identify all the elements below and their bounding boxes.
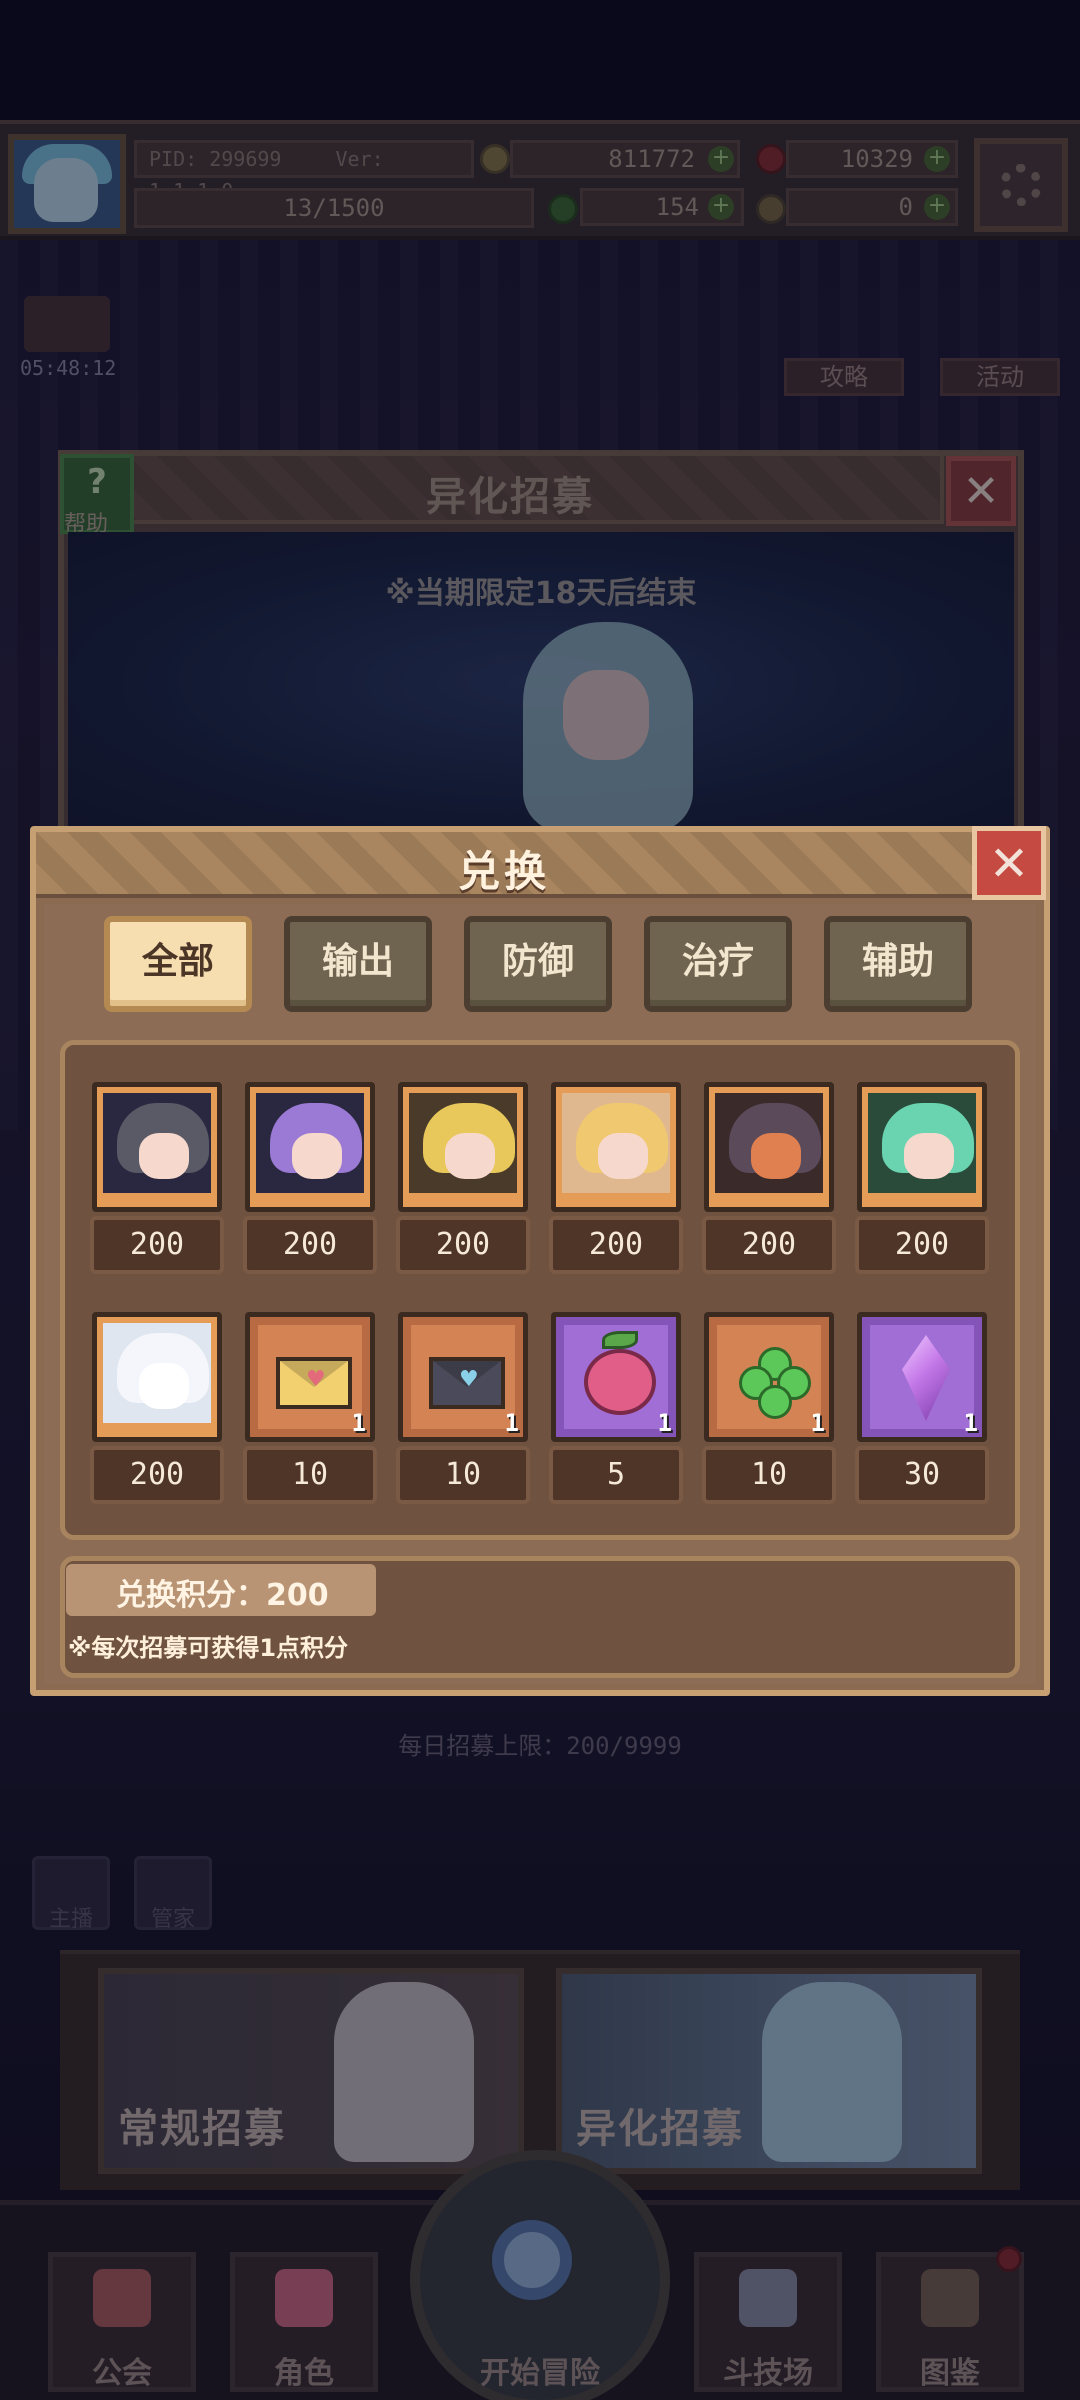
item-price: 200 (90, 1216, 224, 1274)
exchange-item[interactable] (704, 1082, 834, 1212)
character-portrait (256, 1093, 364, 1193)
exchange-close-button[interactable]: ✕ (972, 826, 1046, 900)
character-portrait (715, 1093, 823, 1193)
exchange-item[interactable]: 1 (551, 1312, 681, 1442)
close-icon: ✕ (988, 836, 1030, 892)
fruit-icon (584, 1349, 656, 1415)
character-portrait (868, 1093, 976, 1193)
exchange-item[interactable] (551, 1082, 681, 1212)
dark-letter-icon: ♥ (429, 1357, 505, 1409)
exchange-points: 兑换积分：200 (116, 1578, 329, 1613)
heart-icon: ♥ (459, 1367, 479, 1392)
item-price: 10 (396, 1446, 530, 1504)
character-portrait (103, 1093, 211, 1193)
portrait-face (598, 1133, 648, 1179)
item-quantity: 1 (657, 1409, 672, 1437)
exchange-item[interactable] (857, 1082, 987, 1212)
exchange-title: 兑换 (457, 847, 550, 896)
love-letter-icon: ♥ (276, 1357, 352, 1409)
clover-icon (739, 1347, 811, 1419)
portrait-face (445, 1133, 495, 1179)
exchange-item[interactable] (92, 1312, 222, 1442)
tab-support[interactable]: 辅助 (824, 916, 972, 1012)
tab-defense[interactable]: 防御 (464, 916, 612, 1012)
exchange-item[interactable] (92, 1082, 222, 1212)
exchange-item[interactable] (398, 1082, 528, 1212)
item-price: 200 (855, 1216, 989, 1274)
portrait-face (139, 1133, 189, 1179)
item-quantity: 1 (810, 1409, 825, 1437)
item-price: 30 (855, 1446, 989, 1504)
portrait-face (139, 1363, 189, 1409)
item-price: 200 (396, 1216, 530, 1274)
exchange-item[interactable]: 1 (704, 1312, 834, 1442)
character-portrait (562, 1093, 670, 1193)
fruit-leaf-icon (602, 1331, 638, 1349)
portrait-face (751, 1133, 801, 1179)
character-portrait (103, 1323, 211, 1423)
exchange-item[interactable]: ♥ 1 (398, 1312, 528, 1442)
item-quantity: 1 (351, 1409, 366, 1437)
tab-all[interactable]: 全部 (104, 916, 252, 1012)
heart-icon: ♥ (306, 1367, 326, 1392)
clover-leaf (758, 1385, 792, 1419)
points-note: ※每次招募可获得1点积分 (68, 1634, 349, 1662)
character-portrait (409, 1093, 517, 1193)
item-quantity: 1 (504, 1409, 519, 1437)
portrait-face (292, 1133, 342, 1179)
item-price: 5 (549, 1446, 683, 1504)
item-price: 200 (549, 1216, 683, 1274)
crystal-icon (902, 1335, 950, 1421)
item-price: 10 (702, 1446, 836, 1504)
item-price: 200 (702, 1216, 836, 1274)
portrait-face (904, 1133, 954, 1179)
exchange-item[interactable]: 1 (857, 1312, 987, 1442)
exchange-item[interactable]: ♥ 1 (245, 1312, 375, 1442)
item-price: 200 (90, 1446, 224, 1504)
exchange-title-bar: 兑换 (36, 828, 972, 898)
item-price: 200 (243, 1216, 377, 1274)
item-quantity: 1 (963, 1409, 978, 1437)
exchange-item[interactable] (245, 1082, 375, 1212)
item-price: 10 (243, 1446, 377, 1504)
tab-damage[interactable]: 输出 (284, 916, 432, 1012)
tab-healing[interactable]: 治疗 (644, 916, 792, 1012)
